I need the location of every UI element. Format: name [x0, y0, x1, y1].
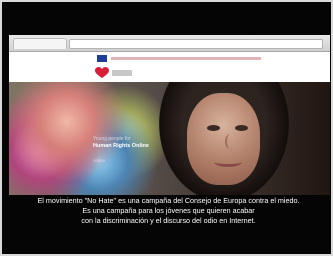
hero-banner: Young people for Human Rights Online onl…: [9, 82, 330, 195]
right-eye: [235, 125, 248, 131]
navigation-strip: [111, 57, 261, 60]
council-of-europe-flag-icon: [97, 55, 107, 62]
site-header: [9, 52, 330, 82]
browser-tab[interactable]: [13, 38, 67, 49]
hero-title: Human Rights Online: [93, 143, 149, 149]
logo-wordmark: [112, 70, 132, 76]
left-eye: [207, 125, 220, 131]
hero-photo-face: [187, 93, 260, 185]
video-subtitle: El movimiento "No Hate" es una campaña d…: [37, 196, 300, 225]
no-hate-heart-logo-icon: [95, 67, 109, 78]
video-frame: Young people for Human Rights Online onl…: [0, 0, 333, 256]
hero-kicker: Young people for: [93, 136, 131, 142]
hero-link[interactable]: online: [93, 158, 105, 163]
browser-window: Young people for Human Rights Online onl…: [9, 35, 330, 195]
nose: [225, 134, 235, 149]
browser-toolbar: [9, 35, 330, 52]
mouth: [214, 157, 242, 167]
address-bar[interactable]: [69, 39, 323, 49]
